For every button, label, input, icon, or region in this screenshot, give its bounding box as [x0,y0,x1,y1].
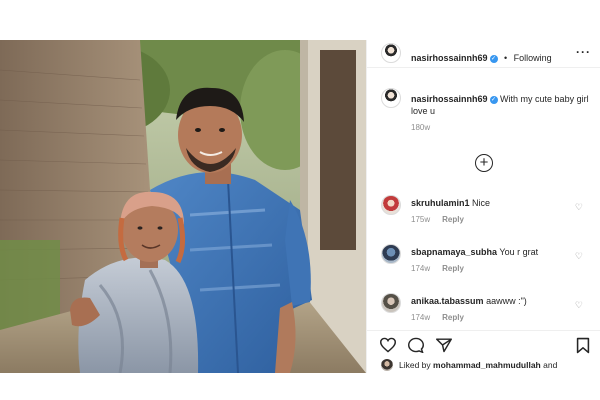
liked-by-line: Liked by mohammad_mahmudullah and [367,358,600,373]
liked-by-username[interactable]: mohammad_mahmudullah [433,360,541,370]
comment-meta: 175w Reply [411,215,571,224]
reply-button[interactable]: Reply [442,313,464,322]
owner-avatar[interactable] [381,43,401,63]
liked-by-text: Liked by mohammad_mahmudullah and [399,360,557,370]
post-header: nasirhossainnh69 ✓ • Following ··· [367,40,600,68]
caption-username[interactable]: nasirhossainnh69 [411,94,488,104]
comment-item: sbapnamaya_subha You r grat 174w Reply ♡ [367,241,600,287]
header-separator: • [503,53,508,63]
comment-body: sbapnamaya_subha You r grat 174w Reply [411,246,581,273]
instagram-post-view: nasirhossainnh69 ✓ • Following ··· nasirh… [0,0,600,400]
header-info: nasirhossainnh69 ✓ • Following [411,48,552,66]
comment-text: Nice [472,198,491,208]
comment-meta: 174w Reply [411,313,581,322]
caption-line: nasirhossainnh69 ✓ With my cute baby girl… [411,93,591,117]
comment-line: skruhulamin1 Nice [411,197,571,209]
comment-text: You r grat [499,247,539,257]
comment-username[interactable]: anikaa.tabassum [411,296,484,306]
comment-line: anikaa.tabassum aawww :") [411,295,581,307]
verified-badge-icon: ✓ [489,55,498,63]
comment-age: 174w [411,313,431,322]
comment-meta: 174w Reply [411,264,581,273]
comment-body: anikaa.tabassum aawww :") 174w Reply [411,295,581,322]
reply-button[interactable]: Reply [442,215,464,224]
caption-age: 180w [411,123,431,132]
comment-like-icon[interactable]: ♡ [575,300,583,311]
heart-icon[interactable] [379,337,397,353]
comment-username[interactable]: sbapnamaya_subha [411,247,497,257]
verified-badge-icon: ✓ [489,96,498,104]
comment-text: aawww :") [486,296,527,306]
commenter-avatar[interactable] [381,244,401,264]
caption-body: nasirhossainnh69 ✓ With my cute baby girl… [411,93,591,132]
bookmark-icon[interactable] [575,337,591,354]
comment-age: 174w [411,264,431,273]
liked-by-prefix: Liked by [399,360,431,370]
action-bar [367,330,600,358]
comment-username[interactable]: skruhulamin1 [411,198,470,208]
owner-username[interactable]: nasirhossainnh69 [411,53,488,63]
photo-illustration [0,40,366,373]
post-photo[interactable] [0,40,366,373]
share-icon[interactable] [435,337,453,353]
commenter-avatar[interactable] [381,293,401,313]
reply-button[interactable]: Reply [442,264,464,273]
comment-icon[interactable] [407,337,425,353]
comment-line: sbapnamaya_subha You r grat [411,246,581,258]
post-side-panel: nasirhossainnh69 ✓ • Following ··· nasirh… [366,40,600,373]
load-more-comments-icon[interactable]: + [475,154,493,172]
comment-body: skruhulamin1 Nice 175w Reply [411,197,571,224]
liker-avatar[interactable] [381,359,393,371]
comment-item: skruhulamin1 Nice 175w Reply ♡ [367,192,600,238]
comment-age: 175w [411,215,431,224]
commenter-avatar[interactable] [381,195,401,215]
liked-by-suffix: and [543,360,558,370]
comment-like-icon[interactable]: ♡ [575,251,583,262]
more-options-icon[interactable]: ··· [576,45,591,59]
following-button[interactable]: Following [514,53,552,63]
comment-like-icon[interactable]: ♡ [575,202,583,213]
caption-avatar[interactable] [381,88,401,108]
